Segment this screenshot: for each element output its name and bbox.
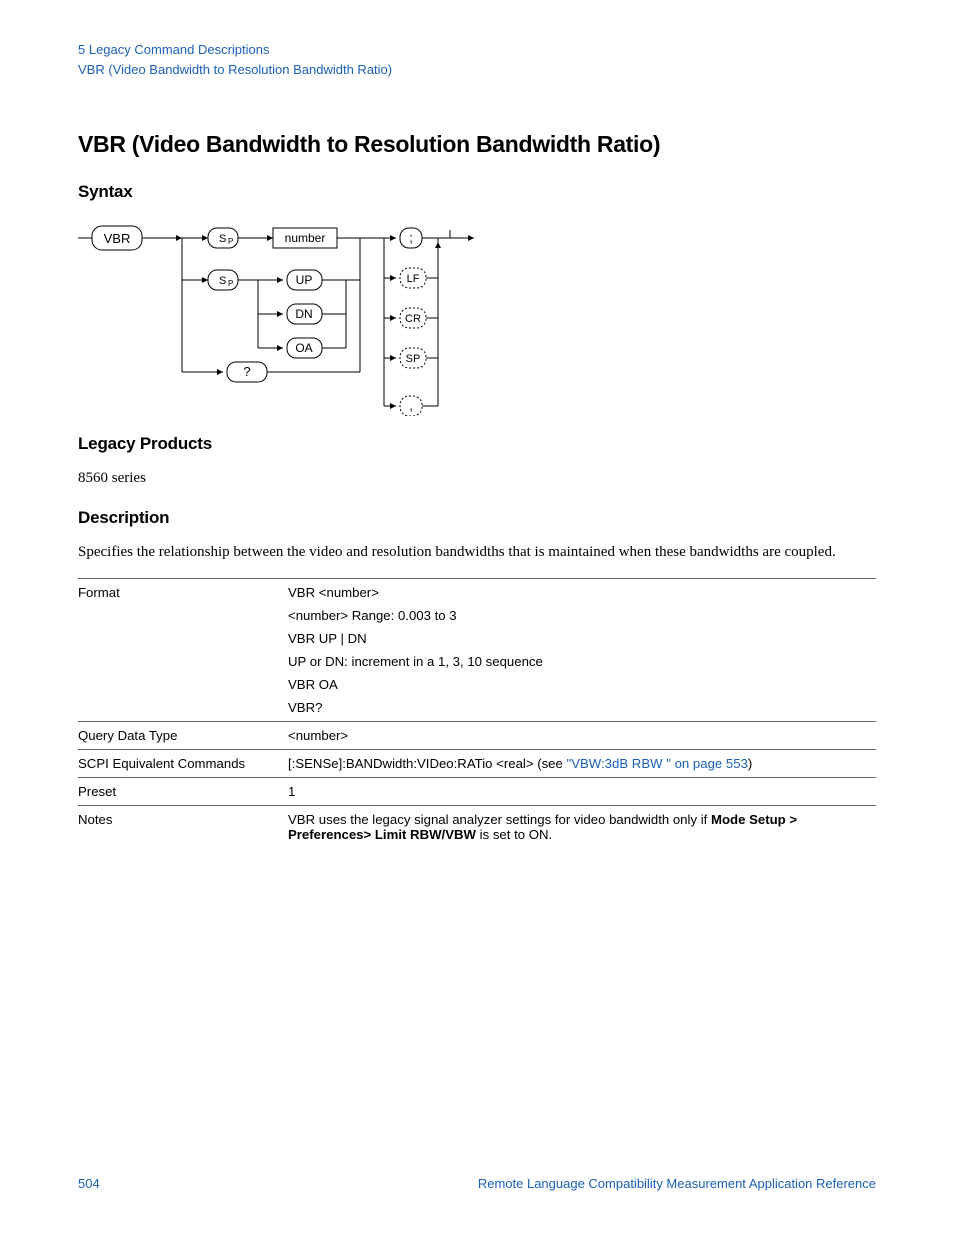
term-lf: LF bbox=[407, 273, 420, 285]
q-node: ? bbox=[243, 364, 250, 379]
start-node: VBR bbox=[104, 231, 131, 246]
row-label: SCPI Equivalent Commands bbox=[78, 749, 288, 777]
row-value: VBR uses the legacy signal analyzer sett… bbox=[288, 805, 876, 848]
page-title: VBR (Video Bandwidth to Resolution Bandw… bbox=[78, 131, 876, 158]
term-semi: ; bbox=[409, 230, 413, 245]
syntax-diagram: VBR S P number ; S bbox=[78, 216, 876, 416]
page-footer: 504 Remote Language Compatibility Measur… bbox=[78, 1176, 876, 1191]
table-row: Preset 1 bbox=[78, 777, 876, 805]
section-crumb: VBR (Video Bandwidth to Resolution Bandw… bbox=[78, 60, 876, 80]
row-value: [:SENSe]:BANDwidth:VIDeo:RATio <real> (s… bbox=[288, 749, 876, 777]
table-row: Query Data Type <number> bbox=[78, 721, 876, 749]
footer-reference: Remote Language Compatibility Measuremen… bbox=[478, 1176, 876, 1191]
term-sp: SP bbox=[406, 353, 421, 365]
syntax-heading: Syntax bbox=[78, 182, 876, 202]
row-value: VBR <number> <number> Range: 0.003 to 3 … bbox=[288, 578, 876, 721]
breadcrumb: 5 Legacy Command Descriptions VBR (Video… bbox=[78, 40, 876, 79]
legacy-products-body: 8560 series bbox=[78, 468, 876, 490]
scpi-link[interactable]: "VBW:3dB RBW " on page 553 bbox=[567, 756, 748, 771]
railroad-diagram-svg: VBR S P number ; S bbox=[78, 216, 478, 416]
term-cr: CR bbox=[405, 313, 421, 325]
sp1-sub: P bbox=[228, 237, 233, 246]
number-node: number bbox=[285, 231, 326, 245]
dn-node: DN bbox=[295, 307, 312, 321]
table-row: Notes VBR uses the legacy signal analyze… bbox=[78, 805, 876, 848]
description-heading: Description bbox=[78, 508, 876, 528]
sp1-node: S bbox=[219, 233, 226, 245]
description-body: Specifies the relationship between the v… bbox=[78, 542, 876, 564]
sp2-node: S bbox=[219, 275, 226, 287]
row-label: Notes bbox=[78, 805, 288, 848]
parameter-table: Format VBR <number> <number> Range: 0.00… bbox=[78, 578, 876, 848]
legacy-products-heading: Legacy Products bbox=[78, 434, 876, 454]
sp2-sub: P bbox=[228, 279, 233, 288]
row-label: Query Data Type bbox=[78, 721, 288, 749]
chapter-crumb: 5 Legacy Command Descriptions bbox=[78, 40, 876, 60]
row-label: Format bbox=[78, 578, 288, 721]
term-comma: , bbox=[409, 398, 413, 413]
row-label: Preset bbox=[78, 777, 288, 805]
oa-node: OA bbox=[295, 341, 312, 355]
page-number: 504 bbox=[78, 1176, 100, 1191]
row-value: 1 bbox=[288, 777, 876, 805]
table-row: SCPI Equivalent Commands [:SENSe]:BANDwi… bbox=[78, 749, 876, 777]
row-value: <number> bbox=[288, 721, 876, 749]
table-row: Format VBR <number> <number> Range: 0.00… bbox=[78, 578, 876, 721]
up-node: UP bbox=[296, 273, 313, 287]
